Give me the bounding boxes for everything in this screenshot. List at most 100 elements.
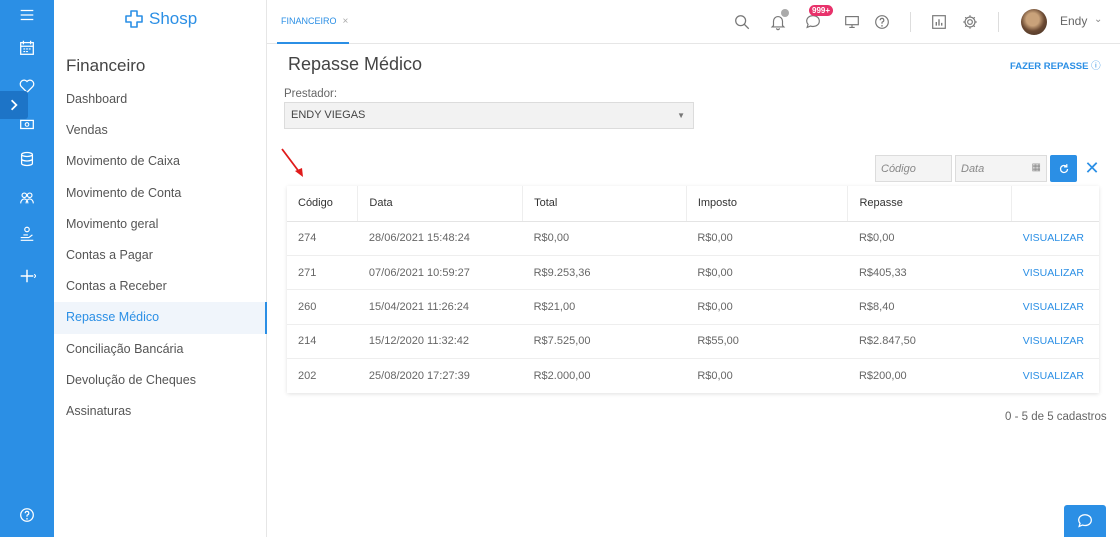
chat-icon	[1078, 514, 1092, 528]
section-title: Financeiro	[66, 56, 146, 75]
notification-dot	[781, 9, 789, 17]
user-name[interactable]: Endy	[1060, 14, 1087, 28]
divider	[910, 12, 911, 32]
cell-repasse: R$0,00	[847, 221, 1012, 256]
divider	[998, 12, 999, 32]
handshake-icon[interactable]	[0, 219, 54, 249]
table-row: 202 25/08/2020 17:27:39 R$2.000,00 R$0,0…	[287, 359, 1099, 393]
cell-imposto: R$0,00	[686, 221, 848, 256]
date-filter-placeholder: Data	[961, 163, 985, 175]
cell-codigo: 274	[287, 221, 358, 256]
sidebar-item-movimento-conta[interactable]: Movimento de Conta	[54, 178, 267, 209]
column-header-codigo[interactable]: Código	[287, 186, 359, 222]
visualizar-link[interactable]: VISUALIZAR	[1011, 289, 1099, 325]
cell-total: R$7.525,00	[522, 324, 687, 360]
cell-data: 15/12/2020 11:32:42	[357, 324, 523, 360]
table-row: 214 15/12/2020 11:32:42 R$7.525,00 R$55,…	[287, 324, 1099, 360]
help-icon[interactable]	[0, 500, 54, 530]
cell-codigo: 271	[287, 255, 358, 291]
page-title: Repasse Médico	[288, 54, 423, 74]
cell-imposto: R$0,00	[686, 255, 848, 291]
column-header-imposto[interactable]: Imposto	[686, 186, 849, 222]
code-filter-input[interactable]: Código	[875, 155, 952, 182]
table-row: 271 07/06/2021 10:59:27 R$9.253,36 R$0,0…	[287, 255, 1099, 291]
hamburger-menu-icon[interactable]	[0, 0, 54, 30]
cell-codigo: 260	[287, 289, 358, 325]
column-header-actions	[1011, 186, 1099, 222]
close-tab-icon[interactable]: ×	[343, 16, 349, 27]
cell-repasse: R$8,40	[847, 289, 1012, 325]
messages-badge: 999+	[809, 5, 834, 16]
column-header-data[interactable]: Data	[357, 186, 524, 222]
team-icon[interactable]	[0, 183, 54, 213]
brand-name: Shosp	[149, 9, 198, 28]
calendar-picker-icon[interactable]: ▦	[1032, 162, 1041, 173]
support-chat-button[interactable]	[1064, 505, 1106, 537]
cell-data: 25/08/2020 17:27:39	[368, 370, 470, 382]
table-row: 274 28/06/2021 15:48:24 R$0,00 R$0,00 R$…	[287, 221, 1099, 256]
tab-financeiro[interactable]: FINANCEIRO ×	[277, 0, 349, 44]
column-header-total[interactable]: Total	[522, 186, 687, 222]
cell-data: 07/06/2021 10:59:27	[357, 255, 523, 291]
sidebar-item-repasse-medico[interactable]: Repasse Médico	[54, 302, 267, 334]
cell-total: R$2.000,00	[533, 370, 591, 382]
fazer-repasse-link[interactable]: FAZER REPASSE ⓘ	[1010, 58, 1101, 72]
sidebar-item-devolucao-cheques[interactable]: Devolução de Cheques	[54, 365, 267, 396]
repasse-table-card: Código Data Total Imposto Repasse 274 28…	[287, 186, 1099, 393]
cell-imposto: R$55,00	[686, 324, 848, 360]
visualizar-link[interactable]: VISUALIZAR	[1011, 255, 1099, 291]
sidebar-item-contas-pagar[interactable]: Contas a Pagar	[54, 240, 267, 271]
monitor-icon[interactable]	[841, 11, 863, 33]
cash-icon[interactable]	[0, 109, 54, 139]
sidebar-item-conciliacao-bancaria[interactable]: Conciliação Bancária	[54, 334, 267, 365]
reports-icon[interactable]	[928, 11, 950, 33]
help-circle-icon[interactable]	[871, 11, 893, 33]
calendar-icon[interactable]	[0, 33, 54, 63]
cell-imposto: R$0,00	[697, 370, 733, 382]
add-icon[interactable]	[0, 261, 54, 291]
cell-codigo: 202	[298, 370, 317, 382]
cell-total: R$9.253,36	[522, 255, 687, 291]
cell-total: R$21,00	[522, 289, 687, 325]
refresh-button[interactable]	[1050, 155, 1077, 182]
top-bar: FINANCEIRO × 999+ Endy ⌄	[267, 0, 1120, 44]
brand-logo[interactable]: Shosp	[122, 8, 197, 30]
visualizar-link[interactable]: VISUALIZAR	[1011, 324, 1099, 360]
cell-repasse: R$2.847,50	[847, 324, 1012, 360]
sidebar-item-assinaturas[interactable]: Assinaturas	[54, 396, 267, 427]
cell-repasse: R$405,33	[847, 255, 1012, 291]
sidebar-menu: Dashboard Vendas Movimento de Caixa Movi…	[54, 84, 267, 427]
sidebar-item-contas-receber[interactable]: Contas a Receber	[54, 271, 267, 302]
prestador-label: Prestador:	[284, 88, 338, 100]
sidebar-item-movimento-geral[interactable]: Movimento geral	[54, 209, 267, 240]
cell-data: 28/06/2021 15:48:24	[357, 221, 523, 256]
sidebar: Shosp Financeiro Dashboard Vendas Movime…	[54, 0, 267, 537]
cell-imposto: R$0,00	[686, 289, 848, 325]
cell-total: R$0,00	[522, 221, 687, 256]
cell-codigo: 214	[287, 324, 358, 360]
column-header-repasse[interactable]: Repasse	[847, 186, 1013, 222]
fazer-repasse-label: FAZER REPASSE	[1010, 61, 1089, 72]
visualizar-link[interactable]: VISUALIZAR	[1012, 359, 1099, 393]
prestador-selected-value: ENDY VIEGAS	[291, 109, 366, 121]
sidebar-item-dashboard[interactable]: Dashboard	[54, 84, 267, 115]
refresh-icon	[1059, 163, 1068, 173]
prestador-select[interactable]: ENDY VIEGAS ▼	[284, 102, 694, 129]
clear-filters-close-icon[interactable]: ✕	[1082, 156, 1102, 180]
sidebar-item-movimento-caixa[interactable]: Movimento de Caixa	[54, 146, 267, 177]
repasse-table: Código Data Total Imposto Repasse 274 28…	[287, 186, 1099, 393]
search-icon[interactable]	[731, 11, 753, 33]
avatar[interactable]	[1021, 9, 1047, 35]
gear-icon[interactable]	[959, 11, 981, 33]
visualizar-link[interactable]: VISUALIZAR	[1011, 221, 1099, 256]
database-icon[interactable]	[0, 144, 54, 174]
app-rail	[0, 0, 54, 537]
date-filter-input[interactable]: Data ▦	[955, 155, 1047, 182]
sidebar-item-vendas[interactable]: Vendas	[54, 115, 267, 146]
info-circle-icon: ⓘ	[1091, 61, 1101, 72]
table-header-row: Código Data Total Imposto Repasse	[287, 186, 1099, 222]
pagination-summary: 0 - 5 de 5 cadastros	[1005, 411, 1107, 423]
dropdown-caret-icon: ▼	[677, 111, 685, 120]
chevron-down-icon[interactable]: ⌄	[1094, 14, 1102, 25]
table-row: 260 15/04/2021 11:26:24 R$21,00 R$0,00 R…	[287, 289, 1099, 325]
